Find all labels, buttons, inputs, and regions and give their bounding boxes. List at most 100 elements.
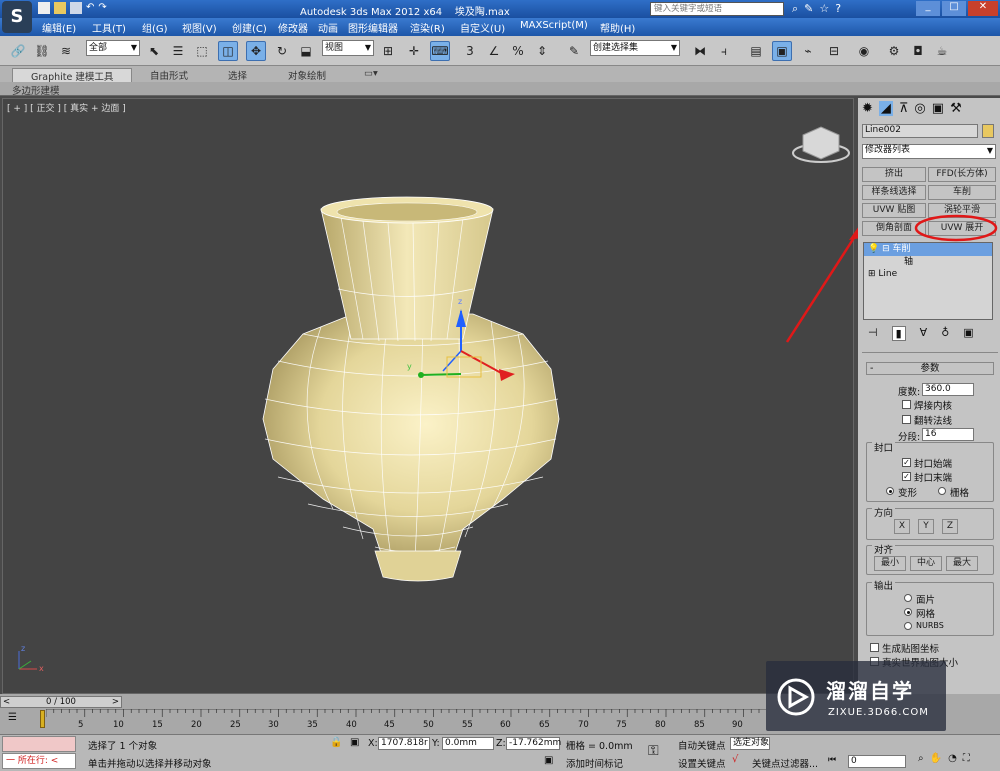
render-teapot-icon[interactable]: ☕ (932, 41, 952, 61)
open-file-icon[interactable] (54, 2, 66, 14)
maxscript-listener[interactable] (2, 736, 76, 752)
menu-help[interactable]: 帮助(H) (600, 20, 635, 35)
key-icon[interactable]: ⚿ (648, 743, 659, 759)
select-move-icon[interactable]: ✥ (246, 41, 266, 61)
pan-icon[interactable]: ✋ (930, 753, 942, 764)
menu-graph-editors[interactable]: 图形编辑器 (348, 20, 398, 35)
perspective-viewport[interactable]: [ + ] [ 正交 ] [ 真实 + 边面 ] z x y z (2, 98, 861, 694)
named-selection-dropdown[interactable]: 创建选择集 (590, 40, 680, 56)
maximize-button[interactable]: □ (942, 1, 966, 16)
new-file-icon[interactable] (38, 2, 50, 14)
tools-icon[interactable]: ✎ (804, 2, 813, 16)
tab-freeform[interactable]: 自由形式 (150, 68, 188, 82)
mirror-icon[interactable]: ⧓ (690, 41, 710, 61)
maxscript-line[interactable]: 一 所在行: < (2, 753, 76, 769)
help-icon[interactable]: ? (835, 2, 841, 16)
modifier-stack[interactable]: 💡 ⊟ 车削 轴 ⊞ Line (863, 242, 993, 320)
flip-normals-checkbox[interactable] (902, 415, 911, 424)
z-coord-field[interactable]: -17.762mm (506, 737, 561, 750)
pivot-center-icon[interactable]: ⊞ (378, 41, 398, 61)
select-manipulate-icon[interactable]: ✛ (404, 41, 424, 61)
menu-customize[interactable]: 自定义(U) (460, 20, 505, 35)
hierarchy-tab-icon[interactable]: ⊼ (899, 101, 909, 116)
stack-item-axis[interactable]: 轴 (864, 256, 992, 268)
weld-core-checkbox[interactable] (902, 400, 911, 409)
zoom-icon[interactable]: ⌕ (918, 753, 924, 764)
make-unique-icon[interactable]: ∀ (920, 326, 928, 341)
lock-selection-icon[interactable]: 🔒 (330, 737, 342, 748)
maximize-viewport-icon[interactable]: ⛶ (963, 753, 970, 764)
stack-item-lathe[interactable]: 💡 ⊟ 车削 (864, 243, 992, 256)
graphite-toggle-icon[interactable]: ▣ (772, 41, 792, 61)
menu-views[interactable]: 视图(V) (182, 20, 217, 35)
utilities-tab-icon[interactable]: ⚒ (950, 101, 962, 116)
menu-rendering[interactable]: 渲染(R) (410, 20, 445, 35)
bind-spacewarp-icon[interactable]: ≋ (56, 41, 76, 61)
key-filters-button[interactable]: 关键点过滤器... (752, 756, 818, 770)
redo-icon[interactable]: ↷ (98, 2, 106, 14)
link-icon[interactable]: 🔗 (8, 41, 28, 61)
extrude-button[interactable]: 挤出 (862, 167, 926, 182)
set-key-icon[interactable]: √ (732, 754, 738, 765)
angle-snap-icon[interactable]: ∠ (484, 41, 504, 61)
layer-manager-icon[interactable]: ▤ (746, 41, 766, 61)
spline-select-button[interactable]: 样条线选择 (862, 185, 926, 200)
unlink-icon[interactable]: ⛓ (32, 41, 52, 61)
save-file-icon[interactable] (70, 2, 82, 14)
window-crossing-icon[interactable]: ◫ (218, 41, 238, 61)
current-frame-field[interactable]: 0 (848, 755, 906, 768)
render-frame-icon[interactable]: ◘ (908, 41, 928, 61)
search-input[interactable]: 键入关键字或短语 (650, 2, 784, 16)
selection-filter-dropdown[interactable]: 全部 (86, 40, 140, 56)
percent-snap-icon[interactable]: % (508, 41, 528, 61)
edit-named-sel-icon[interactable]: ✎ (564, 41, 584, 61)
gen-map-coords-checkbox[interactable] (870, 643, 879, 652)
time-slider[interactable]: <0 / 100 > (0, 696, 122, 708)
menu-create[interactable]: 创建(C) (232, 20, 267, 35)
lathe-button[interactable]: 车削 (928, 185, 996, 200)
ref-coord-dropdown[interactable]: 视图 (322, 40, 374, 56)
y-coord-field[interactable]: 0.0mm (442, 737, 494, 750)
object-color-swatch[interactable] (982, 124, 994, 138)
patch-radio[interactable] (904, 594, 912, 602)
morph-radio[interactable] (886, 487, 894, 495)
params-rollout-header[interactable]: - 参数 (866, 362, 994, 375)
menu-maxscript[interactable]: MAXScript(M) (520, 20, 588, 31)
set-key-label[interactable]: 设置关键点 (678, 756, 726, 770)
orbit-icon[interactable]: ◔ (948, 753, 957, 764)
spinner-snap-icon[interactable]: ⇕ (532, 41, 552, 61)
select-rotate-icon[interactable]: ↻ (272, 41, 292, 61)
align-center-button[interactable]: 中心 (910, 556, 942, 571)
time-cursor[interactable] (40, 710, 45, 728)
nurbs-radio[interactable] (904, 622, 912, 630)
remove-modifier-icon[interactable]: ♁ (941, 326, 949, 341)
tab-selection[interactable]: 选择 (228, 68, 247, 82)
ffd-box-button[interactable]: FFD(长方体) (928, 167, 996, 182)
undo-icon[interactable]: ↶ (86, 2, 94, 14)
select-object-icon[interactable]: ⬉ (144, 41, 164, 61)
app-logo-icon[interactable]: S (2, 1, 32, 33)
binoculars-icon[interactable]: ⌕ (792, 2, 798, 16)
display-tab-icon[interactable]: ▣ (932, 101, 944, 116)
goto-start-icon[interactable]: ⏮ (828, 755, 836, 765)
cap-start-checkbox[interactable]: ✓ (902, 458, 911, 467)
select-by-name-icon[interactable]: ☰ (168, 41, 188, 61)
curve-editor-icon[interactable]: ⌁ (798, 41, 818, 61)
ribbon-sub-polymodeling[interactable]: 多边形建模 (12, 83, 60, 97)
abs-mode-icon[interactable]: ▣ (350, 737, 359, 748)
segments-spinner[interactable]: 16 (922, 428, 974, 441)
menu-animation[interactable]: 动画 (318, 20, 338, 35)
align-max-button[interactable]: 最大 (946, 556, 978, 571)
star-icon[interactable]: ☆ (819, 2, 829, 16)
render-setup-icon[interactable]: ⚙ (884, 41, 904, 61)
auto-key-label[interactable]: 自动关键点 (678, 738, 726, 752)
grid-radio[interactable] (938, 487, 946, 495)
schematic-view-icon[interactable]: ⊟ (824, 41, 844, 61)
menu-group[interactable]: 组(G) (142, 20, 168, 35)
align-icon[interactable]: ⫞ (714, 41, 734, 61)
dir-y-button[interactable]: Y (918, 519, 934, 534)
create-tab-icon[interactable]: ✹ (862, 101, 873, 116)
keyboard-shortcut-icon[interactable]: ⌨ (430, 41, 450, 61)
align-min-button[interactable]: 最小 (874, 556, 906, 571)
mini-curve-icon[interactable]: ☰ (8, 712, 17, 723)
